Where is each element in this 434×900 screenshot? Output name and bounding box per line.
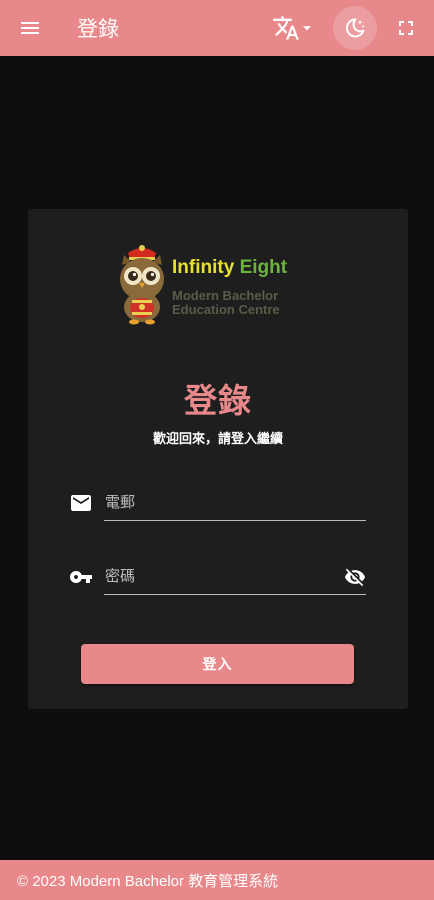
- logo-word-eight: Eight: [239, 257, 288, 278]
- logo: Infinity Eight Modern Bachelor Education…: [114, 245, 314, 325]
- footer: © 2023 Modern Bachelor 教育管理系統: [0, 860, 434, 900]
- login-button[interactable]: 登入: [81, 644, 354, 684]
- logo-subtitle-line-2: Education Centre: [172, 302, 280, 317]
- logo-subtitle-line-1: Modern Bachelor: [172, 288, 279, 303]
- fullscreen-icon[interactable]: [394, 16, 418, 40]
- visibility-off-icon[interactable]: [342, 566, 368, 588]
- translate-icon: [273, 16, 299, 40]
- mail-icon: [71, 495, 91, 511]
- theme-toggle-button[interactable]: [333, 6, 377, 50]
- login-title: 登錄: [184, 382, 252, 419]
- logo-word-infinity: Infinity: [172, 257, 235, 278]
- email-field: [68, 485, 368, 521]
- language-selector[interactable]: [272, 14, 318, 42]
- logo-brand-name: Infinity Eight: [172, 257, 287, 279]
- chevron-down-icon: [302, 26, 312, 31]
- password-input[interactable]: [104, 559, 366, 595]
- email-input[interactable]: [104, 485, 366, 521]
- password-field: [68, 559, 368, 595]
- menu-icon[interactable]: [18, 16, 42, 40]
- top-app-bar: 登錄: [0, 0, 434, 56]
- owl-mascot-icon: [120, 245, 164, 325]
- login-card: Infinity Eight Modern Bachelor Education…: [28, 209, 408, 709]
- login-subtitle: 歡迎回來，請登入繼續: [152, 431, 283, 446]
- logo-subtitle: Modern Bachelor Education Centre: [172, 289, 280, 317]
- footer-copyright: © 2023 Modern Bachelor 教育管理系統: [17, 872, 279, 890]
- page-title: 登錄: [77, 18, 119, 41]
- dark-mode-icon: [345, 18, 365, 38]
- key-icon: [70, 571, 92, 583]
